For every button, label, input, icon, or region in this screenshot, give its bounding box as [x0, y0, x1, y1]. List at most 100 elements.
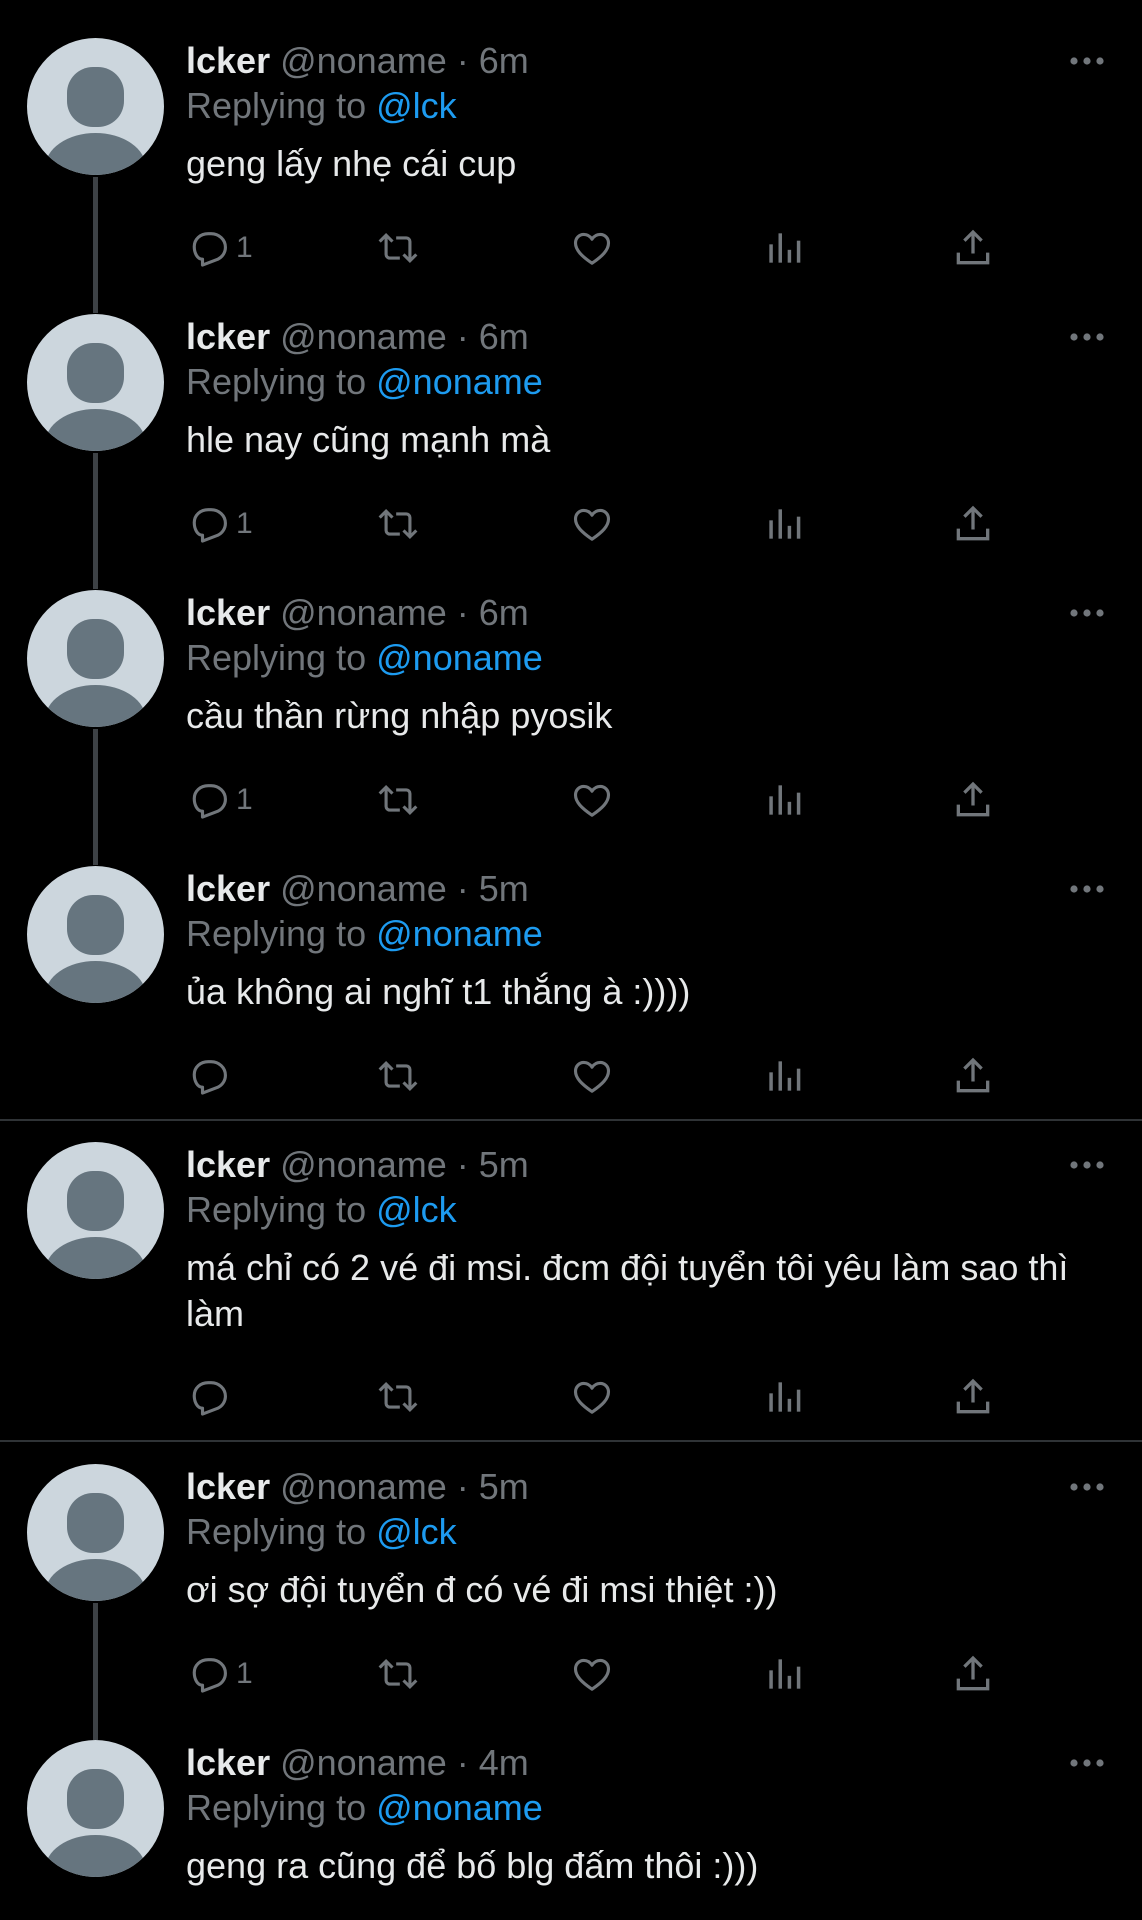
replying-label: Replying to [186, 1511, 367, 1552]
avatar[interactable] [27, 38, 164, 175]
replying-to-handle[interactable]: @noname [376, 913, 543, 954]
share-icon [956, 1057, 990, 1093]
tweet-actions [0, 1372, 1142, 1422]
views-button[interactable] [762, 499, 806, 549]
views-button[interactable] [762, 223, 806, 273]
tweet-text: ủa không ai nghĩ t1 thắng à :)))) [186, 971, 691, 1012]
share-button[interactable] [951, 223, 995, 273]
avatar[interactable] [27, 314, 164, 451]
views-button[interactable] [762, 1372, 806, 1422]
like-button[interactable] [570, 1372, 614, 1422]
tweet-actions: 1 [0, 1649, 1142, 1699]
author-name[interactable]: lcker [186, 40, 270, 81]
more-options-button[interactable] [1068, 1748, 1106, 1778]
views-icon [769, 1659, 801, 1689]
author-name[interactable]: lcker [186, 1466, 270, 1507]
avatar[interactable] [27, 866, 164, 1003]
replying-to-handle[interactable]: @noname [376, 361, 543, 402]
like-button[interactable] [570, 223, 614, 273]
retweet-button[interactable] [376, 1051, 420, 1101]
retweet-button[interactable] [376, 775, 420, 825]
views-button[interactable] [762, 775, 806, 825]
replying-to-handle[interactable]: @lck [376, 85, 457, 126]
timestamp[interactable]: 6m [479, 40, 529, 81]
avatar[interactable] [27, 1142, 164, 1279]
like-button[interactable] [570, 499, 614, 549]
like-button[interactable] [570, 1649, 614, 1699]
reply-button[interactable]: 1 [186, 1649, 253, 1699]
author-name[interactable]: lcker [186, 868, 270, 909]
tweet-actions: 1 [0, 223, 1142, 273]
reply-button[interactable]: 1 [186, 499, 253, 549]
retweet-button[interactable] [376, 499, 420, 549]
views-button[interactable] [762, 1649, 806, 1699]
author-name[interactable]: lcker [186, 1742, 270, 1783]
more-options-button[interactable] [1068, 322, 1106, 352]
author-name[interactable]: lcker [186, 592, 270, 633]
share-button[interactable] [951, 499, 995, 549]
author-handle[interactable]: @noname [280, 1742, 447, 1783]
avatar-shoulders [45, 133, 146, 175]
share-button[interactable] [951, 1051, 995, 1101]
like-button[interactable] [570, 775, 614, 825]
timestamp[interactable]: 6m [479, 316, 529, 357]
reply-button[interactable] [186, 1372, 230, 1422]
separator-dot: · [456, 868, 469, 909]
author-handle[interactable]: @noname [280, 316, 447, 357]
retweet-button[interactable] [376, 223, 420, 273]
replying-to-handle[interactable]: @lck [376, 1189, 457, 1230]
more-options-button[interactable] [1068, 874, 1106, 904]
reply-icon [192, 1060, 227, 1095]
author-name[interactable]: lcker [186, 1144, 270, 1185]
separator-dot: · [456, 40, 469, 81]
tweet-text: hle nay cũng mạnh mà [186, 419, 551, 460]
retweet-button[interactable] [376, 1372, 420, 1422]
timestamp[interactable]: 4m [479, 1742, 529, 1783]
share-button[interactable] [951, 775, 995, 825]
share-icon [956, 1378, 990, 1414]
author-handle[interactable]: @noname [280, 592, 447, 633]
author-handle[interactable]: @noname [280, 1466, 447, 1507]
reply-button[interactable]: 1 [186, 775, 253, 825]
replying-to-handle[interactable]: @lck [376, 1511, 457, 1552]
reply-count: 1 [236, 783, 253, 816]
timestamp[interactable]: 6m [479, 592, 529, 633]
default-avatar-icon [67, 1493, 124, 1553]
share-button[interactable] [951, 1372, 995, 1422]
tweet-header: lcker @noname · 6m [186, 38, 529, 84]
more-options-button[interactable] [1068, 1150, 1106, 1180]
reply-icon [192, 508, 227, 543]
retweet-button[interactable] [376, 1649, 420, 1699]
reply-button[interactable]: 1 [186, 223, 253, 273]
author-handle[interactable]: @noname [280, 1144, 447, 1185]
more-options-button[interactable] [1068, 46, 1106, 76]
avatar[interactable] [27, 1740, 164, 1877]
replying-to-handle[interactable]: @noname [376, 1787, 543, 1828]
replying-to-handle[interactable]: @noname [376, 637, 543, 678]
author-name[interactable]: lcker [186, 316, 270, 357]
views-icon [769, 1061, 801, 1091]
views-button[interactable] [762, 1051, 806, 1101]
tweet-header: lcker @noname · 6m [186, 590, 529, 636]
timestamp[interactable]: 5m [479, 1466, 529, 1507]
reply-icon [192, 1381, 227, 1416]
heart-icon [573, 784, 611, 817]
avatar[interactable] [27, 590, 164, 727]
share-button[interactable] [951, 1649, 995, 1699]
views-icon [769, 233, 801, 263]
reply-count: 1 [236, 507, 253, 540]
avatar[interactable] [27, 1464, 164, 1601]
author-handle[interactable]: @noname [280, 40, 447, 81]
timestamp[interactable]: 5m [479, 868, 529, 909]
author-handle[interactable]: @noname [280, 868, 447, 909]
timestamp[interactable]: 5m [479, 1144, 529, 1185]
like-button[interactable] [570, 1051, 614, 1101]
tweet-header: lcker @noname · 6m [186, 314, 529, 360]
avatar-shoulders [45, 1237, 146, 1279]
more-options-button[interactable] [1068, 1472, 1106, 1502]
default-avatar-icon [67, 619, 124, 679]
more-options-button[interactable] [1068, 598, 1106, 628]
reply-button[interactable] [186, 1051, 230, 1101]
retweet-icon [378, 784, 418, 816]
default-avatar-icon [67, 343, 124, 403]
